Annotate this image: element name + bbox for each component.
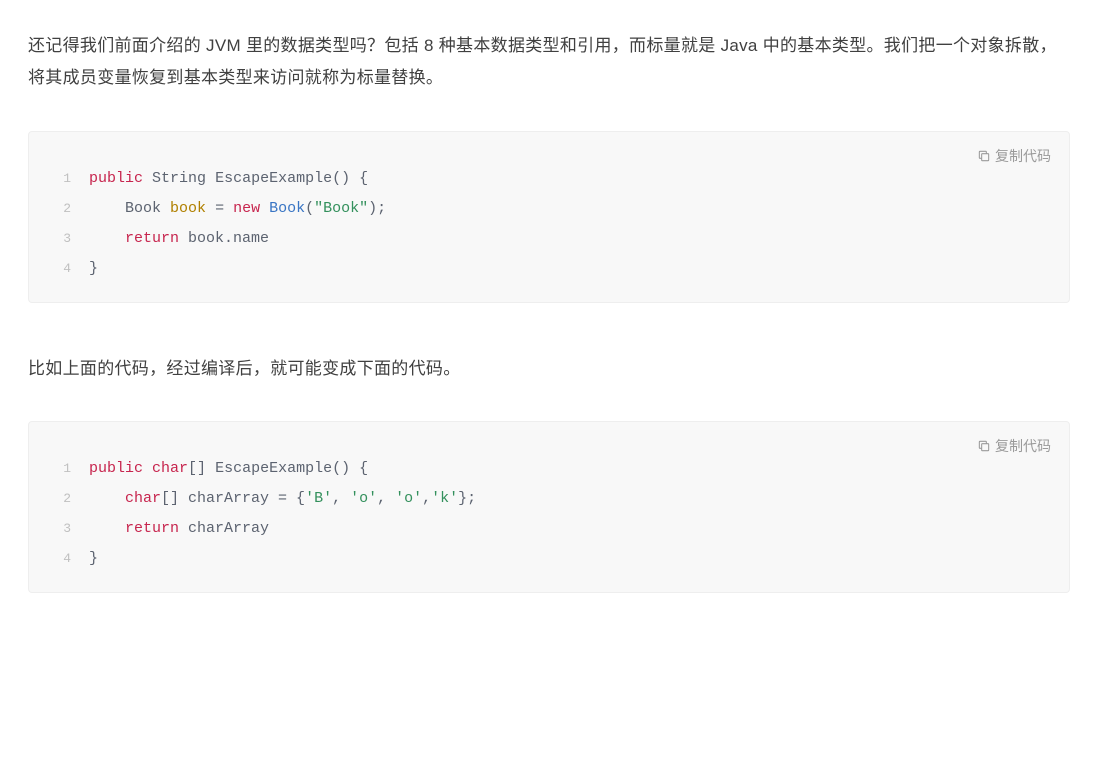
line-number: 2 <box>47 486 71 512</box>
code-line: 2 char[] charArray = {'B', 'o', 'o','k'}… <box>47 484 1051 514</box>
copy-icon <box>977 439 991 453</box>
copy-label: 复制代码 <box>995 146 1051 166</box>
line-number: 1 <box>47 456 71 482</box>
code-content: return charArray <box>89 514 269 544</box>
code-line: 1 public String EscapeExample() { <box>47 164 1051 194</box>
line-number: 2 <box>47 196 71 222</box>
code-line: 4} <box>47 544 1051 574</box>
code-block-1: 复制代码 1public String EscapeExample() {2 B… <box>28 131 1070 303</box>
code-content: Book book = new Book("Book"); <box>89 194 386 224</box>
line-number: 3 <box>47 516 71 542</box>
code-lines-2: 1public char[] EscapeExample() {2 char[]… <box>47 454 1051 574</box>
code-content: return book.name <box>89 224 269 254</box>
line-number: 4 <box>47 546 71 572</box>
paragraph-2: 比如上面的代码，经过编译后，就可能变成下面的代码。 <box>28 353 1070 385</box>
code-content: } <box>89 544 98 574</box>
code-lines-1: 1public String EscapeExample() {2 Book b… <box>47 164 1051 284</box>
code-line: 1 public char[] EscapeExample() { <box>47 454 1051 484</box>
code-content: } <box>89 254 98 284</box>
code-block-2: 复制代码 1public char[] EscapeExample() {2 c… <box>28 421 1070 593</box>
copy-label: 复制代码 <box>995 436 1051 456</box>
copy-button-2[interactable]: 复制代码 <box>977 436 1051 456</box>
copy-icon <box>977 149 991 163</box>
code-content: public String EscapeExample() { <box>89 164 368 194</box>
code-line: 4} <box>47 254 1051 284</box>
code-line: 3 return book.name <box>47 224 1051 254</box>
code-content: char[] charArray = {'B', 'o', 'o','k'}; <box>89 484 476 514</box>
line-number: 1 <box>47 166 71 192</box>
code-content: public char[] EscapeExample() { <box>89 454 368 484</box>
paragraph-1: 还记得我们前面介绍的 JVM 里的数据类型吗？包括 8 种基本数据类型和引用，而… <box>28 30 1070 95</box>
line-number: 4 <box>47 256 71 282</box>
code-line: 2 Book book = new Book("Book"); <box>47 194 1051 224</box>
line-number: 3 <box>47 226 71 252</box>
code-line: 3 return charArray <box>47 514 1051 544</box>
copy-button-1[interactable]: 复制代码 <box>977 146 1051 166</box>
